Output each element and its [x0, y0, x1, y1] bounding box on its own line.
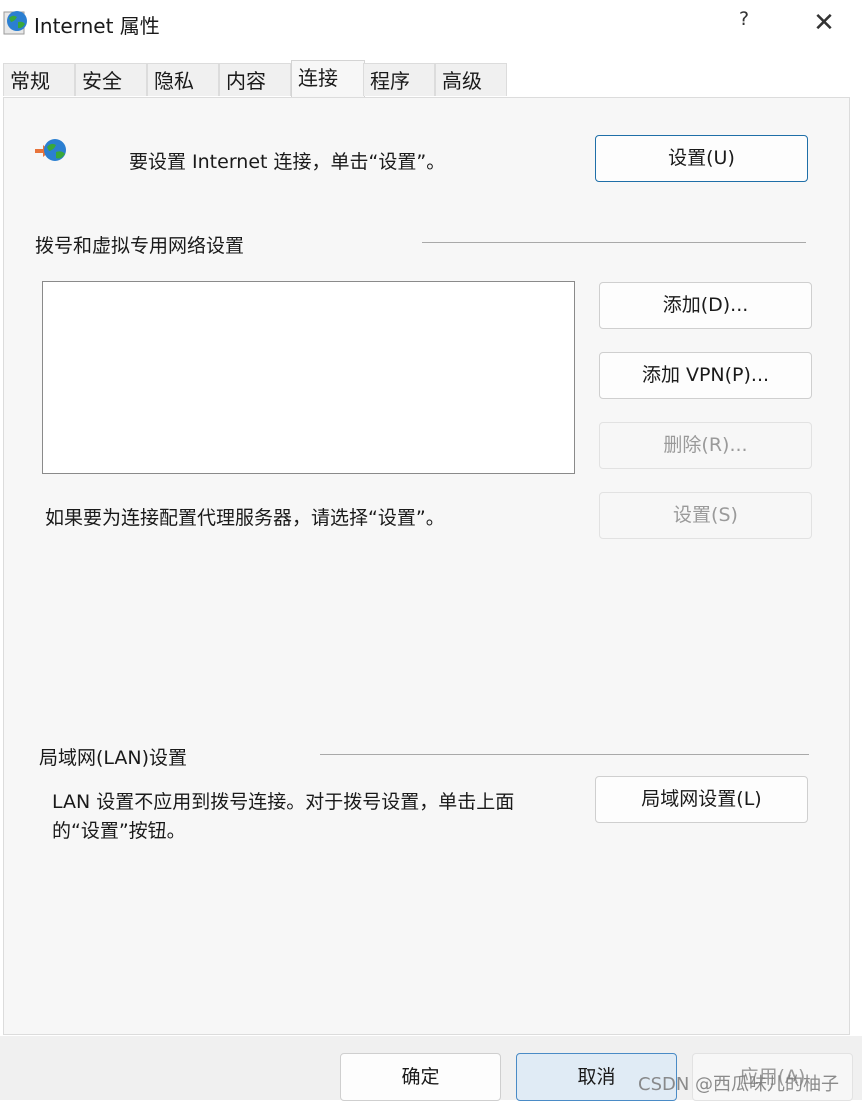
add-vpn-button[interactable]: 添加 VPN(P)...	[599, 352, 812, 399]
tab-security[interactable]: 安全	[75, 63, 147, 96]
setup-intro-text: 要设置 Internet 连接，单击“设置”。	[129, 151, 446, 173]
dialup-divider	[422, 242, 806, 243]
dialup-settings-button[interactable]: 设置(S)	[599, 492, 812, 539]
add-button[interactable]: 添加(D)...	[599, 282, 812, 329]
tab-programs[interactable]: 程序	[363, 63, 435, 96]
title-bar: Internet 属性 ? ✕	[0, 0, 862, 48]
tab-general[interactable]: 常规	[3, 63, 75, 96]
tab-privacy[interactable]: 隐私	[147, 63, 219, 96]
lan-description-line2: 的“设置”按钮。	[52, 820, 186, 842]
remove-button[interactable]: 删除(R)...	[599, 422, 812, 469]
lan-settings-button[interactable]: 局域网设置(L)	[595, 776, 808, 823]
watermark-text: CSDN @西瓜味儿的柚子	[638, 1074, 840, 1095]
close-button[interactable]: ✕	[808, 8, 840, 38]
lan-description-line1: LAN 设置不应用到拨号连接。对于拨号设置，单击上面	[52, 791, 515, 813]
dialup-section-title: 拨号和虚拟专用网络设置	[35, 235, 245, 257]
ok-button[interactable]: 确定	[340, 1053, 501, 1101]
help-button[interactable]: ?	[732, 8, 756, 38]
proxy-hint-text: 如果要为连接配置代理服务器，请选择“设置”。	[45, 507, 445, 529]
tab-content[interactable]: 内容	[219, 63, 291, 96]
setup-button[interactable]: 设置(U)	[595, 135, 808, 182]
window-title: Internet 属性	[34, 14, 160, 38]
tab-advanced[interactable]: 高级	[435, 63, 507, 96]
lan-description: LAN 设置不应用到拨号连接。对于拨号设置，单击上面 的“设置”按钮。	[52, 788, 582, 846]
tab-connections[interactable]: 连接	[291, 60, 365, 98]
lan-divider	[320, 754, 809, 755]
internet-globe-icon	[3, 11, 27, 35]
dialup-connections-list[interactable]	[42, 281, 575, 474]
lan-section-title: 局域网(LAN)设置	[39, 747, 188, 769]
network-globe-icon	[35, 139, 66, 161]
tab-strip: 常规 安全 隐私 内容 连接 程序 高级	[3, 60, 862, 98]
